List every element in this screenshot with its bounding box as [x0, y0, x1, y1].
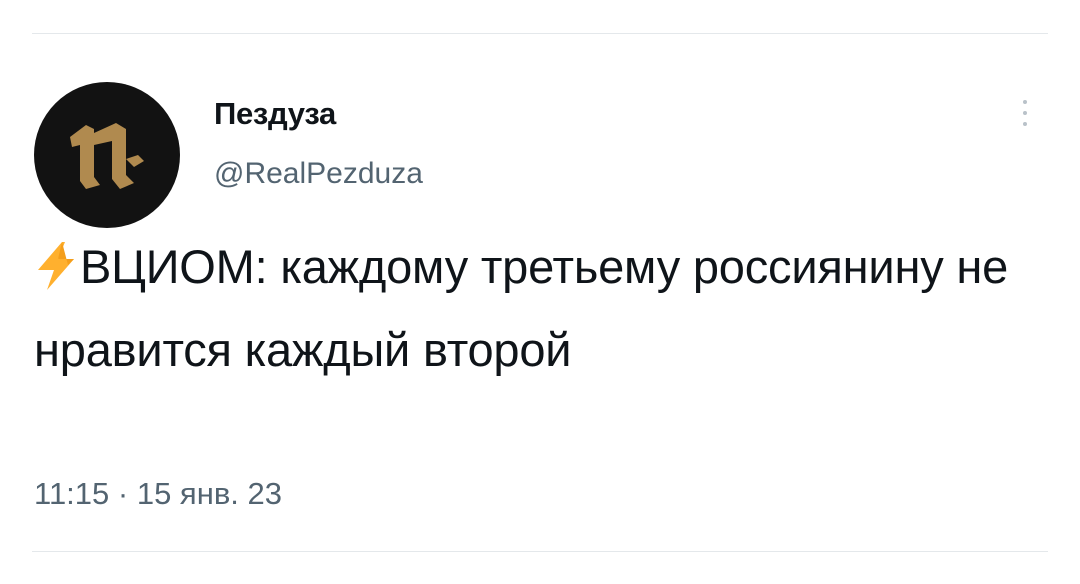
more-vertical-icon[interactable]	[1010, 92, 1040, 134]
tweet-text: ВЦИОМ: каждому третьему россиянину не нр…	[34, 229, 1034, 387]
tweet-timestamp[interactable]: 11:15 · 15 янв. 23	[34, 474, 282, 514]
author-display-name[interactable]: Пездуза	[214, 94, 336, 134]
more-dot	[1023, 111, 1027, 115]
more-dot	[1023, 100, 1027, 104]
lightning-emoji-icon	[34, 237, 78, 312]
bottom-divider	[32, 551, 1048, 552]
author-handle[interactable]: @RealPezduza	[214, 154, 423, 194]
tweet-body: ВЦИОМ: каждому третьему россиянину не нр…	[34, 240, 1009, 376]
avatar[interactable]	[34, 82, 180, 228]
top-divider	[32, 33, 1048, 34]
pezduza-logo-icon	[70, 123, 144, 189]
more-dot	[1023, 122, 1027, 126]
